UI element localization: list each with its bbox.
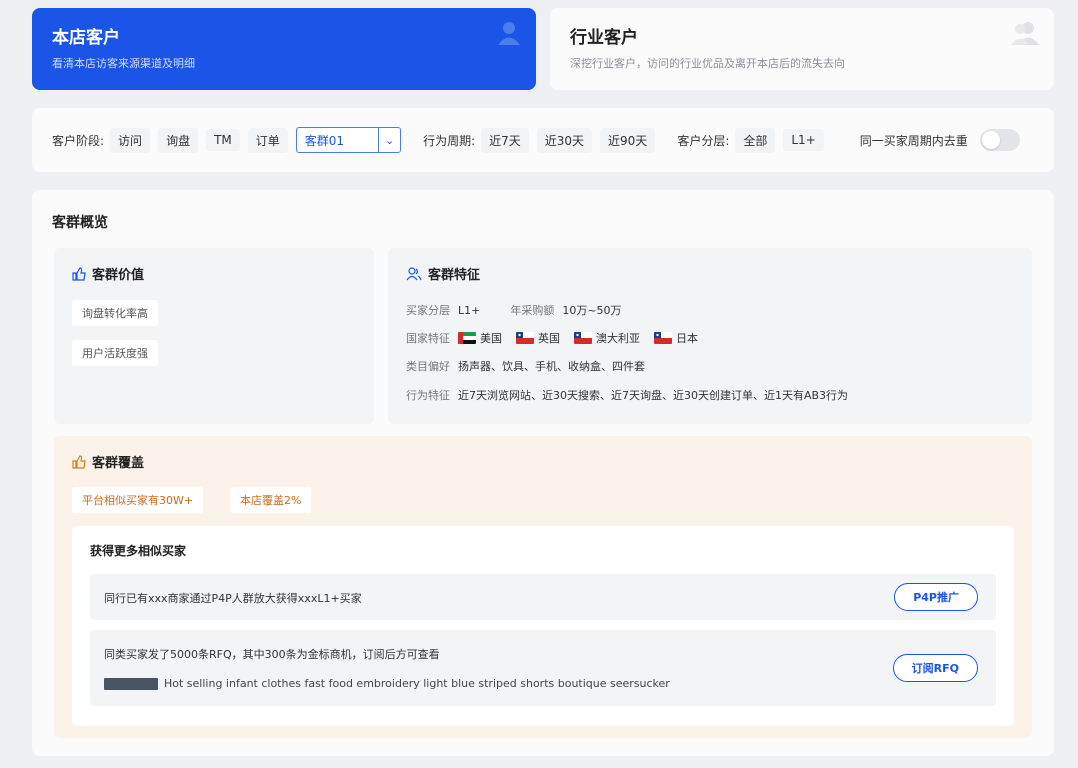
group-value-header: 客群价值 [72, 264, 144, 283]
stage-label: 客户阶段: [52, 133, 105, 148]
thumbs-up-icon [72, 266, 86, 281]
more-buyers-box: 获得更多相似买家 同行已有xxx商家通过P4P人群放大获得xxxL1+买家 P4… [72, 526, 1014, 726]
coverage-title: 客群覆盖 [92, 456, 145, 471]
purchase-value: 10万~50万 [562, 304, 622, 317]
tab-store-subtitle: 看清本店访客来源渠道及明细 [52, 57, 195, 70]
rfq-row-text: 同类买家发了5000条RFQ，其中300条为金标商机，订阅后方可查看 [104, 648, 440, 661]
p4p-row: 同行已有xxx商家通过P4P人群放大获得xxxL1+买家 P4P推广 [90, 574, 996, 620]
flag-icon [574, 332, 592, 344]
country-name: 澳大利亚 [596, 332, 640, 345]
tier-label: 客户分层: [677, 133, 730, 148]
coverage-header: 客群覆盖 [72, 452, 144, 471]
users-icon [1011, 22, 1039, 45]
flag-icon [458, 332, 476, 344]
p4p-promote-button[interactable]: P4P推广 [894, 583, 978, 611]
tab-store-title: 本店客户 [52, 28, 120, 48]
behavior-key: 行为特征 [406, 389, 450, 402]
platform-similar-tag: 平台相似买家有30W+ [72, 487, 204, 513]
feature-row-category: 类目偏好 扬声器、饮具、手机、收纳盒、四件套 [406, 358, 645, 374]
chevron-down-icon[interactable]: ⌄ [378, 128, 400, 152]
dedupe-toggle[interactable] [979, 129, 1020, 151]
group-value-title: 客群价值 [92, 268, 145, 283]
p4p-row-text: 同行已有xxx商家通过P4P人群放大获得xxxL1+买家 [104, 592, 362, 605]
dedupe-label: 同一买家周期内去重 [859, 133, 968, 148]
group-select-value: 客群01 [304, 133, 345, 148]
period-label: 行为周期: [423, 133, 476, 148]
users-icon [406, 266, 422, 280]
country-name: 日本 [676, 332, 698, 345]
feature-row-tier: 买家分层 L1+ 年采购额 10万~50万 [406, 302, 622, 318]
country-us: 美国 [458, 330, 502, 346]
stage-option-tm[interactable]: TM [206, 129, 240, 151]
rfq-sample: Hot selling infant clothes fast food emb… [104, 677, 670, 690]
user-icon [498, 22, 520, 45]
overview-title: 客群概览 [52, 215, 108, 231]
category-value: 扬声器、饮具、手机、收纳盒、四件套 [458, 360, 645, 373]
tab-industry-customers[interactable]: 行业客户 深挖行业客户，访问的行业优品及离开本店后的流失去向 [550, 8, 1054, 90]
group-feature-panel: 客群特征 买家分层 L1+ 年采购额 10万~50万 国家特征 美国 英国 澳大… [388, 248, 1032, 424]
feature-row-country: 国家特征 美国 英国 澳大利亚 日本 [406, 330, 712, 346]
group-feature-header: 客群特征 [406, 264, 480, 283]
tier-option-all[interactable]: 全部 [735, 127, 776, 153]
country-name: 美国 [480, 332, 502, 345]
thumbs-up-icon [72, 454, 86, 469]
tier-key: 买家分层 [406, 304, 450, 317]
country-jp: 日本 [654, 330, 698, 346]
flag-icon [516, 332, 534, 344]
subscribe-rfq-button[interactable]: 订阅RFQ [892, 654, 978, 682]
country-uk: 英国 [516, 330, 560, 346]
period-option-30d[interactable]: 近30天 [536, 127, 593, 153]
tier-value: L1+ [458, 303, 481, 317]
flag-icon [654, 332, 672, 344]
category-key: 类目偏好 [406, 360, 450, 373]
group-overview-card: 客群概览 客群价值 询盘转化率高 用户活跃度强 客群特征 买家分层 L1+ 年采… [32, 190, 1054, 756]
tab-store-customers[interactable]: 本店客户 看清本店访客来源渠道及明细 [32, 8, 536, 90]
group-select[interactable]: 客群01 ⌄ [295, 127, 402, 153]
store-coverage-tag: 本店覆盖2% [230, 487, 312, 513]
tier-option-l1[interactable]: L1+ [783, 129, 824, 151]
more-buyers-title: 获得更多相似买家 [90, 544, 187, 558]
filter-bar: 客户阶段: 访问 询盘 TM 订单 客群01 ⌄ 行为周期: 近7天 近30天 … [32, 108, 1054, 172]
group-value-panel: 客群价值 询盘转化率高 用户活跃度强 [54, 248, 374, 424]
toggle-knob [981, 131, 1000, 149]
tab-industry-title: 行业客户 [570, 28, 638, 48]
stage-option-visit[interactable]: 访问 [110, 127, 151, 153]
value-tag-conversion: 询盘转化率高 [72, 300, 158, 326]
period-option-90d[interactable]: 近90天 [600, 127, 656, 153]
period-option-7d[interactable]: 近7天 [481, 127, 529, 153]
stage-option-order[interactable]: 订单 [247, 127, 288, 153]
rfq-badge-icon [104, 677, 158, 690]
tab-industry-subtitle: 深挖行业客户，访问的行业优品及离开本店后的流失去向 [570, 57, 845, 70]
country-name: 英国 [538, 332, 560, 345]
rfq-sample-text: Hot selling infant clothes fast food emb… [164, 677, 670, 690]
feature-row-behavior: 行为特征 近7天浏览网站、近30天搜索、近7天询盘、近30天创建订单、近1天有A… [406, 387, 848, 403]
group-feature-title: 客群特征 [428, 268, 481, 283]
behavior-value: 近7天浏览网站、近30天搜索、近7天询盘、近30天创建订单、近1天有AB3行为 [458, 389, 849, 402]
country-au: 澳大利亚 [574, 330, 640, 346]
group-coverage-panel: 客群覆盖 平台相似买家有30W+ 本店覆盖2% 获得更多相似买家 同行已有xxx… [54, 436, 1032, 738]
purchase-key: 年采购额 [510, 304, 555, 317]
country-key: 国家特征 [406, 332, 450, 345]
value-tag-activity: 用户活跃度强 [72, 340, 158, 366]
rfq-row: 同类买家发了5000条RFQ，其中300条为金标商机，订阅后方可查看 Hot s… [90, 630, 996, 706]
stage-option-inquiry[interactable]: 询盘 [158, 127, 199, 153]
